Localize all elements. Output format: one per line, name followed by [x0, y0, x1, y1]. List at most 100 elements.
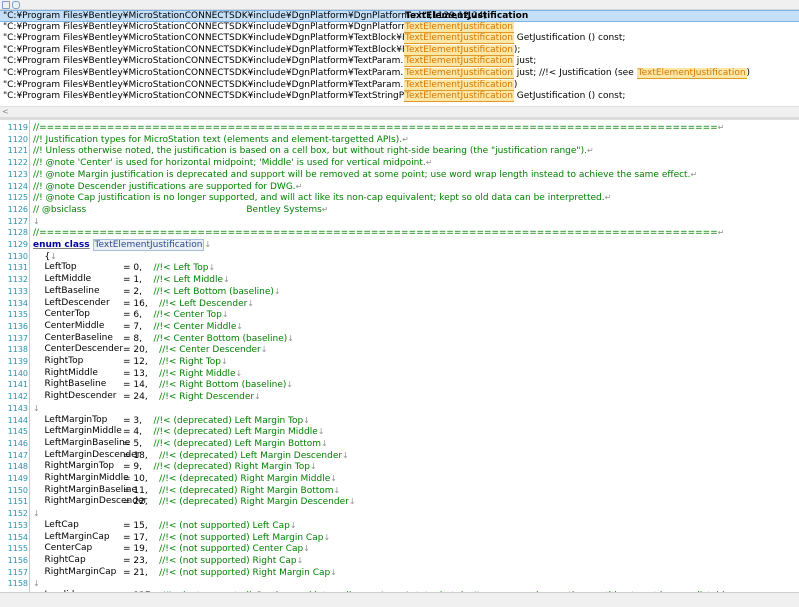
- code-line[interactable]: RightDescender = 24, //!< Right Descender…: [33, 391, 260, 403]
- line-end-icon: ↓: [33, 403, 40, 413]
- code-comment: //!< Right Descender: [159, 392, 255, 403]
- enum-member-name: RightMiddle: [33, 367, 98, 378]
- code-line[interactable]: RightMarginBaseline = 11, //!< (deprecate…: [33, 484, 340, 497]
- code-line[interactable]: //! Justification types for MicroStation…: [33, 134, 409, 146]
- line-number: 1153: [7, 520, 28, 530]
- scroll-left-icon[interactable]: <: [2, 107, 9, 116]
- enum-member-name: CenterMiddle: [33, 320, 105, 331]
- code-line[interactable]: //======================================…: [33, 122, 724, 134]
- code-line[interactable]: CenterDescender = 20, //!< Center Descend…: [33, 344, 267, 356]
- line-number: 1149: [7, 474, 28, 483]
- enum-member-name: CenterCap: [33, 543, 93, 554]
- code-comment: //!< Left Top: [153, 263, 209, 274]
- code-line[interactable]: //! Unless otherwise noted, the justific…: [33, 145, 594, 157]
- enum-member-name: RightBaseline: [33, 379, 107, 390]
- search-result-row[interactable]: "C:¥Program Files¥Bentley¥MicroStationCO…: [0, 56, 799, 68]
- code-line[interactable]: RightMarginTop = 9, //!< (deprecated) Rig…: [33, 461, 316, 473]
- code-comment: //!< Left Bottom (baseline): [153, 286, 274, 297]
- code-line[interactable]: LeftMiddle = 1, //!< Left Middle↓: [33, 274, 229, 286]
- enum-member-name: LeftDescender: [33, 297, 110, 308]
- code-line[interactable]: CenterTop = 6, //!< Center Top↓: [33, 309, 228, 321]
- code-line[interactable]: LeftMarginTop = 3, //!< (deprecated) Left…: [33, 415, 310, 427]
- enum-member-name: RightCap: [33, 554, 86, 565]
- code-line[interactable]: CenterBaseline = 8, //!< Center Bottom (b…: [33, 333, 294, 345]
- code-comment: //!< Left Descender: [159, 298, 248, 309]
- code-comment: //!< (deprecated) Left Margin Middle: [153, 427, 318, 438]
- horizontal-scrollbar[interactable]: <: [0, 106, 799, 117]
- match-highlight: TextElementJustification: [404, 21, 514, 33]
- search-result-row[interactable]: "C:¥Program Files¥Bentley¥MicroStationCO…: [0, 21, 799, 33]
- code-line[interactable]: LeftMarginBaseline = 5, //!< (deprecated)…: [33, 438, 327, 450]
- code-line[interactable]: //! @note 'Center' is used for horizonta…: [33, 157, 432, 169]
- enum-value: = 21,: [123, 567, 160, 578]
- search-result-row[interactable]: "C:¥Program Files¥Bentley¥MicroStationCO…: [0, 79, 799, 91]
- code-editor[interactable]: 1119 1120 1121 1122 1123 1124 1125 1126 1127 1128…: [0, 120, 799, 592]
- enum-value: = 15,: [123, 520, 160, 531]
- line-number: 1139: [7, 357, 28, 366]
- code-line[interactable]: RightCap = 23, //!< (not supported) Right…: [33, 554, 303, 567]
- code-line[interactable]: RightMiddle = 13, //!< Right Middle↓: [33, 367, 242, 380]
- search-result-row[interactable]: "C:¥Program Files¥Bentley¥MicroStationCO…: [0, 33, 799, 45]
- line-number: 1141: [7, 380, 28, 390]
- code-line[interactable]: ↓: [33, 216, 40, 228]
- code-comment: //!< (deprecated) Right Margin Middle: [159, 474, 331, 484]
- code-line[interactable]: RightMarginCap = 21, //!< (not supported)…: [33, 567, 336, 579]
- search-result-row[interactable]: "C:¥Program Files¥Bentley¥MicroStationCO…: [0, 44, 799, 56]
- code-line[interactable]: RightMarginMiddle = 10, //!< (deprecated)…: [33, 473, 337, 485]
- line-number: 1152: [7, 509, 28, 519]
- line-number: 1135: [7, 310, 28, 320]
- search-result-row[interactable]: "C:¥Program Files¥Bentley¥MicroStationCO…: [0, 91, 799, 103]
- code-line[interactable]: ↓: [33, 578, 40, 590]
- code-line[interactable]: LeftBaseline = 2, //!< Left Bottom (basel…: [33, 286, 280, 298]
- line-number: 1130: [7, 251, 28, 261]
- code-comment: //!< Center Bottom (baseline): [153, 333, 288, 344]
- code-line[interactable]: LeftTop = 0, //!< Left Top↓: [33, 262, 215, 274]
- line-number: 1137: [7, 333, 28, 343]
- enum-value: = 0,: [123, 263, 154, 274]
- search-result-row[interactable]: "C:¥Program Files¥Bentley¥MicroStationCO…: [0, 10, 799, 22]
- search-icon[interactable]: [12, 1, 20, 9]
- enum-member-name: LeftMiddle: [33, 274, 92, 285]
- line-number: 1140: [7, 368, 28, 378]
- code-line[interactable]: LeftCap = 15, //!< (not supported) Left C…: [33, 520, 296, 532]
- code-comment: //======================================…: [33, 228, 718, 239]
- code-line[interactable]: LeftDescender = 16, //!< Left Descender↓: [33, 297, 254, 310]
- match-highlight: TextElementJustification: [404, 56, 514, 68]
- line-number: 1146: [7, 438, 28, 448]
- code-line[interactable]: LeftMarginCap = 17, //!< (not supported) …: [33, 532, 330, 544]
- code-line[interactable]: RightMarginDescender = 22, //!< (deprecat…: [33, 496, 355, 508]
- code-line[interactable]: //! @note Descender justifications are s…: [33, 181, 302, 193]
- code-line[interactable]: enum class TextElementJustification ↓: [33, 239, 211, 251]
- code-comment: //!< Right Middle: [159, 368, 236, 379]
- code-line[interactable]: //! @note Margin justification is deprec…: [33, 169, 697, 181]
- code-line[interactable]: RightBaseline = 14, //!< Right Bottom (ba…: [33, 379, 293, 391]
- code-line[interactable]: {↓: [33, 251, 56, 263]
- code-line[interactable]: //! @note Cap justification is no longer…: [33, 192, 611, 204]
- code-line[interactable]: //======================================…: [33, 227, 724, 239]
- code-line[interactable]: RightTop = 12, //!< Right Top↓: [33, 356, 227, 368]
- enum-value: = 24,: [123, 392, 160, 403]
- line-number: 1126: [7, 204, 28, 214]
- code-line[interactable]: LeftMarginDescender = 18, //!< (deprecate…: [33, 450, 348, 462]
- line-end-icon: ↵: [586, 146, 594, 156]
- enum-value: = 9,: [123, 462, 154, 473]
- code-line[interactable]: CenterCap = 19, //!< (not supported) Cent…: [33, 543, 309, 555]
- enum-value: = 7,: [123, 321, 154, 332]
- code-line[interactable]: CenterMiddle = 7, //!< Center Middle↓: [33, 320, 243, 333]
- result-file-path: "C:¥Program Files¥Bentley¥MicroStationCO…: [3, 79, 466, 90]
- line-end-icon: ↓: [323, 532, 331, 542]
- code-comment: //! @note 'Center' is used for horizonta…: [33, 158, 426, 169]
- code-line[interactable]: ↓: [33, 403, 40, 415]
- result-code-snippet: TextElementJustification GetJustificatio…: [404, 33, 625, 45]
- enum-member-value: = 21, //!< (not supported) Right Margin …: [123, 567, 337, 580]
- search-result-row[interactable]: "C:¥Program Files¥Bentley¥MicroStationCO…: [0, 68, 799, 79]
- code-line[interactable]: ↓: [33, 508, 40, 520]
- code-line[interactable]: // @bsiclass Bentley Systems↵: [33, 204, 329, 216]
- window-icon[interactable]: [2, 1, 10, 9]
- enum-member-name: RightMarginBaseline: [33, 484, 138, 495]
- code-comment: //======================================…: [33, 123, 718, 133]
- enum-value: = 16,: [123, 298, 160, 309]
- line-end-icon: ↓: [204, 240, 212, 249]
- code-line[interactable]: LeftMarginMiddle = 4, //!< (deprecated) L…: [33, 426, 324, 438]
- line-number: 1148: [7, 462, 28, 472]
